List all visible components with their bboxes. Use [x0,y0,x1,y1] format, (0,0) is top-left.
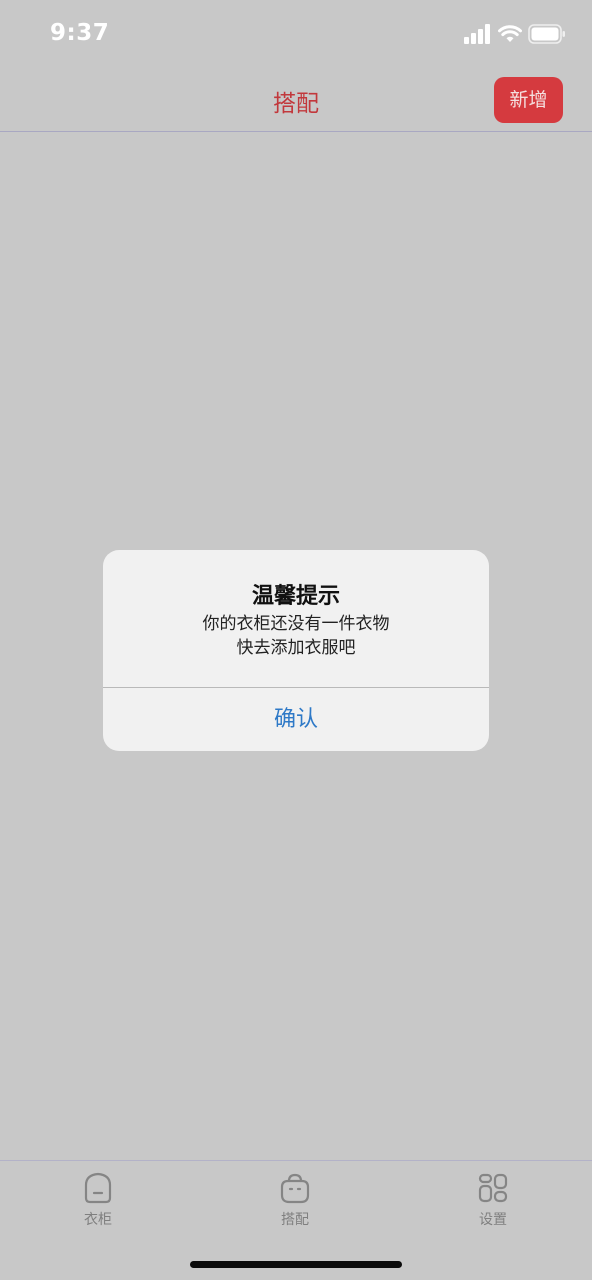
status-bar: 9:37 [0,0,592,70]
screen: 9:37 搭配 新增 温馨提示 你的衣柜还没有一件衣物 快去添加衣服吧 确认 衣… [0,0,592,1280]
alert-dialog: 温馨提示 你的衣柜还没有一件衣物 快去添加衣服吧 确认 [103,550,489,751]
cellular-signal-icon [464,24,490,44]
bag-icon [280,1173,310,1204]
confirm-button[interactable]: 确认 [103,688,489,751]
tab-outfit[interactable]: 搭配 [255,1171,335,1229]
alert-message: 你的衣柜还没有一件衣物 快去添加衣服吧 [103,612,489,660]
alert-title: 温馨提示 [251,584,340,609]
home-indicator[interactable] [190,1261,402,1268]
nav-bar: 搭配 新增 [0,70,592,132]
wardrobe-icon [84,1172,112,1204]
add-button[interactable]: 新增 [494,77,563,123]
tab-wardrobe[interactable]: 衣柜 [58,1171,138,1229]
tab-label: 衣柜 [84,1212,112,1228]
status-time: 9:37 [50,20,110,46]
tab-settings[interactable]: 设置 [453,1171,533,1229]
tab-label: 搭配 [281,1212,309,1228]
alert-message-line: 你的衣柜还没有一件衣物 [202,614,390,634]
tab-label: 设置 [479,1212,507,1228]
battery-icon [528,24,565,44]
wifi-icon [498,25,522,42]
settings-icon [478,1173,508,1203]
alert-message-line: 快去添加衣服吧 [236,638,356,658]
